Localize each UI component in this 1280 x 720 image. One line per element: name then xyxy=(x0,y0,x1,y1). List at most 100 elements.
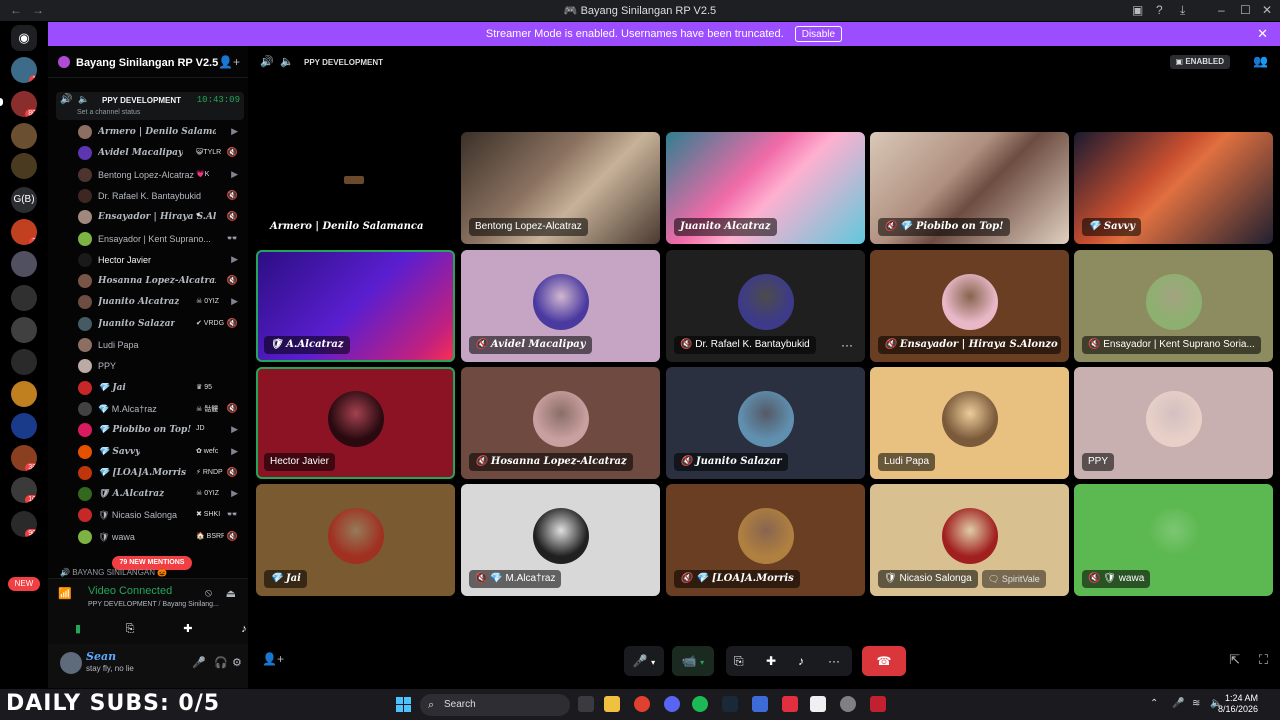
voice-user[interactable]: Ensayador | Kent Suprano... 👓 xyxy=(78,229,244,249)
video-tile[interactable]: Juanito Alcatraz xyxy=(666,132,865,244)
server-header[interactable]: Bayang Sinilangan RP V2.5 ▾ 👤+ xyxy=(48,46,248,78)
server-icon[interactable] xyxy=(11,153,37,179)
voice-user[interactable]: Bentong Lopez-Alcatraz 💗K ▶ xyxy=(78,165,244,185)
voice-user[interactable]: Ludi Papa xyxy=(78,335,244,355)
notepad-icon[interactable] xyxy=(752,696,768,712)
video-tile[interactable]: 🔇 Ensayador | Kent Suprano Soria... xyxy=(1074,250,1273,362)
video-tile[interactable]: 🔇 Avidel Macalipay xyxy=(461,250,660,362)
app-icon[interactable] xyxy=(782,696,798,712)
server-icon[interactable] xyxy=(11,413,37,439)
wifi-icon[interactable]: ≋ xyxy=(1192,698,1200,709)
server-icon[interactable]: 38 xyxy=(11,445,37,471)
steam-icon[interactable] xyxy=(722,696,738,712)
screen-share-icon[interactable]: ⎘ xyxy=(120,619,140,639)
server-icon-text[interactable]: G(B) xyxy=(11,187,37,213)
mic-toggle-button[interactable]: 🎤 ▾ xyxy=(624,646,664,676)
server-icon[interactable] xyxy=(11,285,37,311)
noise-suppression-icon[interactable]: ⦸ xyxy=(205,587,212,600)
disable-button[interactable]: Disable xyxy=(794,26,843,43)
server-icon[interactable]: 10 xyxy=(11,477,37,503)
voice-user[interactable]: Hector Javier ▶ xyxy=(78,250,244,270)
video-tile[interactable]: Hector Javier xyxy=(256,367,455,479)
video-tile[interactable]: 🔇 💎 Piobibo on Top! xyxy=(870,132,1069,244)
video-tile[interactable]: 🛡 Nicasio Salonga 🗨 SpiritVale xyxy=(870,484,1069,596)
taskbar-search[interactable]: ⌕ Search xyxy=(420,694,570,716)
voice-user[interactable]: Dr. Rafael K. Bantaybukid 🔇 xyxy=(78,186,244,206)
app-icon[interactable] xyxy=(870,696,886,712)
voice-user[interactable]: PPY xyxy=(78,356,244,376)
more-options-icon[interactable]: ··· xyxy=(841,338,853,352)
voice-user[interactable]: Juanito Salazar ✔ VRDG 🔇 xyxy=(78,314,244,334)
maximize-icon[interactable]: ☐ xyxy=(1240,3,1251,17)
server-icon[interactable] xyxy=(11,251,37,277)
server-icon[interactable] xyxy=(11,381,37,407)
voice-user[interactable]: Hosanna Lopez-Alcatraz 🔇 xyxy=(78,271,244,291)
invite-icon[interactable]: 👤+ xyxy=(218,55,240,69)
popout-icon[interactable]: ⇱ xyxy=(1229,652,1240,668)
clock[interactable]: 1:24 AM 8/16/2026 xyxy=(1218,693,1258,715)
voice-user[interactable]: Avidel Macalipay 😺TYLR 🔇 xyxy=(78,143,244,163)
close-window-icon[interactable]: ✕ xyxy=(1262,3,1272,17)
voice-user[interactable]: 💎 Jai ♛ 95 xyxy=(78,378,244,398)
video-tile[interactable]: 💎 Jai xyxy=(256,484,455,596)
app-icon[interactable] xyxy=(840,696,856,712)
spotify-icon[interactable] xyxy=(692,696,708,712)
server-icon[interactable]: 90 xyxy=(11,511,37,537)
server-icon[interactable] xyxy=(11,349,37,375)
video-tile[interactable]: 🔇 Hosanna Lopez-Alcatraz xyxy=(461,367,660,479)
rtc-channel-path[interactable]: PPY DEVELOPMENT / Bayang Sinilang... xyxy=(88,601,219,608)
voice-user[interactable]: Ensayador | Hiraya S.Alonzo♥🔇 xyxy=(78,207,244,227)
activity-icon[interactable]: ✚ xyxy=(178,619,198,639)
video-tile[interactable]: Armero | Denilo Salamanca xyxy=(256,132,455,244)
help-icon[interactable]: ? xyxy=(1156,3,1163,17)
video-tile[interactable]: 🔇 Ensayador | Hiraya S.Alonzo xyxy=(870,250,1069,362)
activity-icon[interactable]: ✚ xyxy=(766,646,776,676)
chrome-icon[interactable] xyxy=(634,696,650,712)
channel-status[interactable]: Set a channel status xyxy=(77,109,140,116)
mic-icon[interactable]: 🎤 xyxy=(1172,698,1184,709)
server-icon[interactable] xyxy=(11,317,37,343)
camera-icon[interactable]: ▮ xyxy=(68,619,88,639)
video-tile[interactable]: 🛡 A.Alcatraz xyxy=(256,250,455,362)
camera-toggle-button[interactable]: 📹 ▾ xyxy=(672,646,714,676)
file-explorer-icon[interactable] xyxy=(604,696,620,712)
discord-icon[interactable] xyxy=(664,696,680,712)
minimize-icon[interactable]: – xyxy=(1218,3,1225,17)
server-icon[interactable] xyxy=(11,123,37,149)
voice-user[interactable]: 💎 [LOA]A.Morris ⚡ RNDP 🔇 xyxy=(78,463,244,483)
video-tile[interactable]: Bentong Lopez-Alcatraz xyxy=(461,132,660,244)
video-tile[interactable]: Ludi Papa xyxy=(870,367,1069,479)
mic-icon[interactable]: 🎤 xyxy=(192,656,206,669)
voice-user[interactable]: 💎 M.Alca†raz ☠ 骷髏 🔇 xyxy=(78,399,244,419)
video-tile[interactable]: 💎 Savvy xyxy=(1074,132,1273,244)
disconnect-icon[interactable]: ⏏ xyxy=(226,587,236,600)
voice-user[interactable]: 🛡 A.Alcatraz ☠ 0YIZ ▶ xyxy=(78,484,244,504)
category-label[interactable]: 🔊 BAYANG SINILANGAN 🎃 xyxy=(60,568,167,577)
chevron-up-icon[interactable]: ⌃ xyxy=(1150,698,1158,709)
disconnect-button[interactable]: ☎ xyxy=(862,646,906,676)
voice-user[interactable]: Armero | Denilo Salamanca ▶ xyxy=(78,122,244,142)
new-badge[interactable]: NEW xyxy=(8,577,40,591)
video-tile[interactable]: 🔇 Juanito Salazar xyxy=(666,367,865,479)
gear-icon[interactable]: ⚙ xyxy=(232,656,242,669)
voice-channel-ppy-development[interactable]: 🔊 🔈 PPY DEVELOPMENT 10:43:09 Set a chann… xyxy=(56,92,244,120)
invite-icon[interactable]: 👤+ xyxy=(262,652,284,666)
video-tile[interactable]: PPY xyxy=(1074,367,1273,479)
voice-user[interactable]: 🛡 Nicasio Salonga ✖ SHKI 👓 xyxy=(78,505,244,525)
video-tile[interactable]: 🔇 🛡 wawa xyxy=(1074,484,1273,596)
avatar[interactable] xyxy=(60,652,82,674)
close-banner-icon[interactable]: ✕ xyxy=(1257,22,1268,46)
discord-home-icon[interactable]: ◉ xyxy=(11,25,37,51)
people-icon[interactable]: 👥 xyxy=(1253,54,1268,68)
app-icon[interactable] xyxy=(810,696,826,712)
voice-user[interactable]: 💎 Savvy ✿ wefc ▶ xyxy=(78,442,244,462)
fullscreen-icon[interactable]: ⛶ xyxy=(1259,652,1268,668)
video-tile[interactable]: 🔇 💎 [LOA]A.Morris xyxy=(666,484,865,596)
task-view-icon[interactable] xyxy=(578,696,594,712)
voice-user[interactable]: 💎 Piobibo on Top! JD ▶ xyxy=(78,420,244,440)
more-options-icon[interactable]: ··· xyxy=(828,646,840,676)
video-tile[interactable]: 🔇 Dr. Rafael K. Bantaybukid ··· xyxy=(666,250,865,362)
headset-icon[interactable]: 🎧 xyxy=(214,656,228,669)
screen-share-icon[interactable]: ⎘ xyxy=(734,646,744,676)
voice-user[interactable]: 🛡 wawa 🏠 BSRP 🔇 xyxy=(78,527,244,547)
